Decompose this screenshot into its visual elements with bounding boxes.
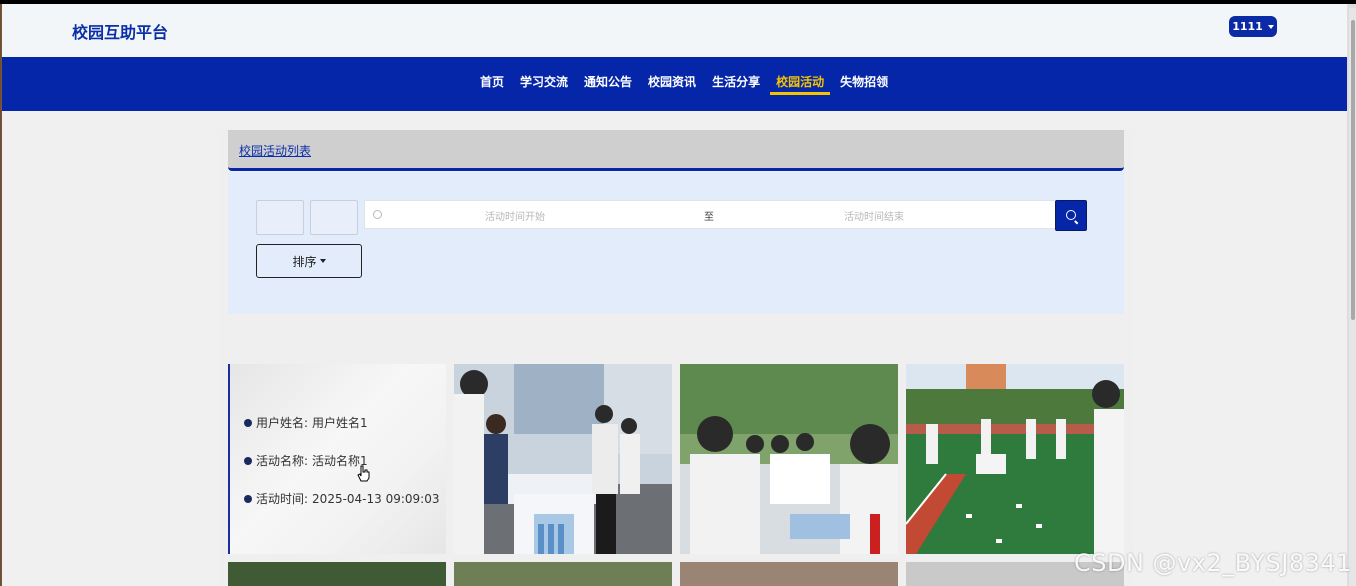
search-icon-handle <box>1074 220 1079 225</box>
top-header: 校园互助平台 1111 <box>2 4 1347 57</box>
watermark: CSDN @vx2_BYSJ8341 <box>1074 549 1352 577</box>
user-name: 1111 <box>1232 20 1263 33</box>
nav-item-lost-found[interactable]: 失物招领 <box>834 73 894 95</box>
user-name-label: 用户姓名: <box>256 416 309 430</box>
date-start-input[interactable]: 活动时间开始 <box>485 208 545 223</box>
gear-icon <box>244 456 252 465</box>
activity-photo-3[interactable] <box>680 364 898 554</box>
nav-item-notices[interactable]: 通知公告 <box>578 73 638 95</box>
search-icon <box>1066 210 1076 220</box>
site-title[interactable]: 校园互助平台 <box>72 19 168 43</box>
nav-list: 首页 学习交流 通知公告 校园资讯 生活分享 校园活动 失物招领 <box>472 73 896 95</box>
activity-photo-7[interactable] <box>680 562 898 586</box>
caret-down-icon <box>319 259 326 263</box>
scrollbar-thumb[interactable] <box>1351 20 1355 320</box>
main-nav: 首页 学习交流 通知公告 校园资讯 生活分享 校园活动 失物招领 <box>2 57 1347 111</box>
gear-icon <box>244 418 252 427</box>
caret-down-icon <box>1267 24 1274 29</box>
clock-icon <box>373 210 382 219</box>
nav-item-home[interactable]: 首页 <box>474 73 510 95</box>
activity-name-row: 活动名称: 活动名称1 <box>244 452 368 469</box>
activity-photo-5[interactable] <box>228 562 446 586</box>
activity-photo-6[interactable] <box>454 562 672 586</box>
sort-dropdown-button[interactable]: 排序 <box>256 244 362 278</box>
user-name-value: 用户姓名1 <box>312 416 368 430</box>
list-title-link[interactable]: 校园活动列表 <box>239 142 311 159</box>
search-button[interactable] <box>1055 200 1087 231</box>
activity-time-label: 活动时间: <box>256 492 309 506</box>
date-range-picker[interactable]: 活动时间开始 至 活动时间结束 <box>364 200 1057 229</box>
activity-name-label: 活动名称: <box>256 454 309 468</box>
browser-viewport: 校园互助平台 1111 首页 学习交流 通知公告 校园资讯 生活分享 校园活动 … <box>0 4 1356 586</box>
activity-photo-2[interactable] <box>454 364 672 554</box>
user-name-row: 用户姓名: 用户姓名1 <box>244 414 368 431</box>
date-end-input[interactable]: 活动时间结束 <box>844 208 904 223</box>
activity-photo-4[interactable] <box>906 364 1124 554</box>
activity-time-row: 活动时间: 2025-04-13 09:09:03 <box>244 490 440 507</box>
nav-item-activities[interactable]: 校园活动 <box>770 73 831 95</box>
gear-icon <box>244 494 252 503</box>
filter-field-2[interactable] <box>310 200 358 235</box>
activity-card-1[interactable]: 用户姓名: 用户姓名1 活动名称: 活动名称1 活动时间: 2025-04-13… <box>228 364 446 554</box>
nav-item-news[interactable]: 校园资讯 <box>642 73 702 95</box>
filter-panel <box>228 172 1124 314</box>
nav-item-life[interactable]: 生活分享 <box>706 73 766 95</box>
hand-cursor-icon <box>357 464 371 486</box>
nav-item-study[interactable]: 学习交流 <box>514 73 574 95</box>
date-separator: 至 <box>704 212 714 223</box>
user-menu-button[interactable]: 1111 <box>1229 16 1277 37</box>
sort-label: 排序 <box>292 254 317 269</box>
list-header: 校园活动列表 <box>228 130 1124 171</box>
activity-time-value: 2025-04-13 09:09:03 <box>312 491 440 506</box>
filter-field-1[interactable] <box>256 200 304 235</box>
